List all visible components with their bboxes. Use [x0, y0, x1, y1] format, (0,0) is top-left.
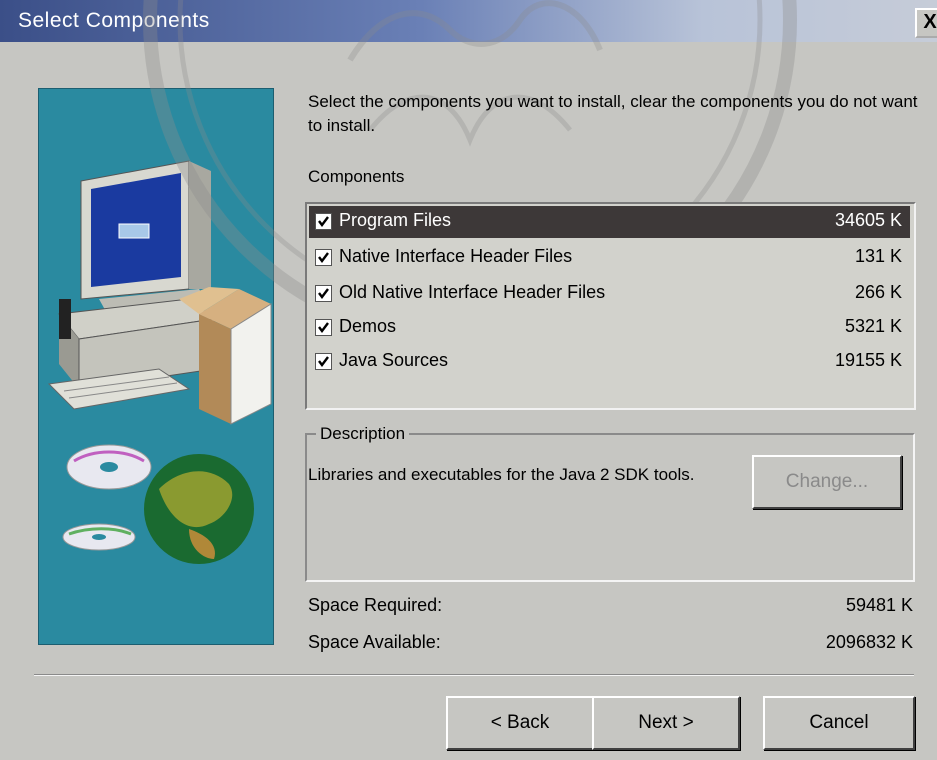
- checkbox-icon[interactable]: [315, 249, 332, 266]
- component-row-program-files[interactable]: Program Files 34605 K: [309, 206, 910, 238]
- space-required-label: Space Required:: [308, 595, 443, 615]
- description-text: Libraries and executables for the Java 2…: [308, 465, 695, 484]
- components-label: Components: [308, 167, 405, 186]
- title-bar[interactable]: Select Components: [0, 0, 937, 42]
- component-row-demos[interactable]: Demos 5321 K: [309, 312, 910, 344]
- component-size: 34605 K: [834, 210, 902, 230]
- separator: [34, 674, 914, 676]
- intro-text: Select the components you want to instal…: [308, 92, 918, 135]
- close-button[interactable]: X: [915, 8, 937, 38]
- component-name: Old Native Interface Header Files: [339, 282, 606, 302]
- change-button[interactable]: Change...: [752, 455, 902, 509]
- checkbox-icon[interactable]: [315, 285, 332, 302]
- next-button[interactable]: Next >: [592, 696, 740, 750]
- cancel-button[interactable]: Cancel: [763, 696, 915, 750]
- select-components-dialog: Select Components X Select the component…: [0, 0, 937, 760]
- checkbox-icon[interactable]: [315, 353, 332, 370]
- checkbox-icon[interactable]: [315, 319, 332, 336]
- back-button[interactable]: < Back: [446, 696, 594, 750]
- component-size: 5321 K: [844, 316, 902, 336]
- window-title: Select Components: [18, 9, 210, 32]
- components-list[interactable]: Program Files 34605 K Native Interface H…: [305, 202, 916, 410]
- space-required-value: 59481 K: [845, 595, 913, 615]
- component-name: Program Files: [339, 210, 452, 230]
- component-row-native-headers[interactable]: Native Interface Header Files 131 K: [309, 242, 910, 274]
- component-name: Native Interface Header Files: [339, 246, 573, 266]
- space-available-value: 2096832 K: [825, 632, 913, 652]
- setup-illustration: [38, 88, 274, 645]
- component-row-java-sources[interactable]: Java Sources 19155 K: [309, 346, 910, 378]
- component-name: Demos: [339, 316, 397, 336]
- checkbox-icon[interactable]: [315, 213, 332, 230]
- component-name: Java Sources: [339, 350, 449, 370]
- component-size: 266 K: [854, 282, 902, 302]
- space-available-label: Space Available:: [308, 632, 441, 652]
- description-legend: Description: [316, 424, 410, 444]
- component-size: 131 K: [854, 246, 902, 266]
- component-size: 19155 K: [834, 350, 902, 370]
- component-row-old-native-headers[interactable]: Old Native Interface Header Files 266 K: [309, 278, 910, 310]
